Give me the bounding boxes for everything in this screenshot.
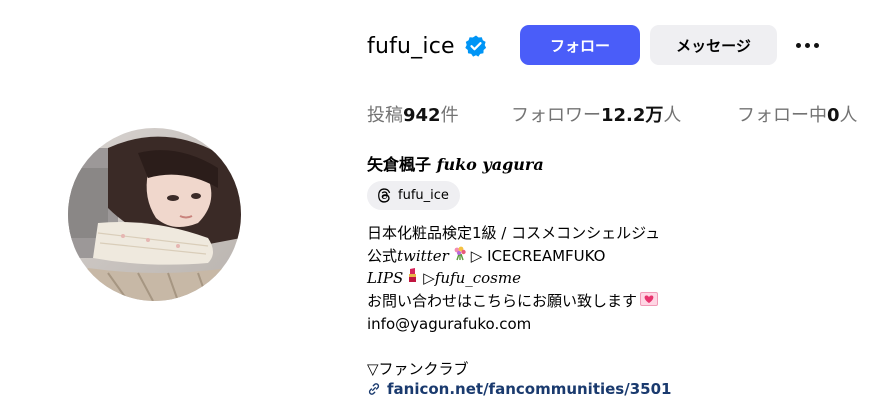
stat-following-count: 0 xyxy=(827,105,840,126)
full-name-latin: fuko yagura xyxy=(436,155,544,174)
bio-line-2-italic: twitter xyxy=(397,246,449,265)
bio-link-text: fanicon.net/fancommunities/3501 xyxy=(387,380,672,398)
stat-posts: 投稿 942 件 xyxy=(367,101,459,127)
bio-line-3-mid: ▷ xyxy=(423,269,435,288)
bio-line-2-prefix: 公式 xyxy=(367,246,398,265)
stat-followers-label: フォロワー xyxy=(511,105,601,126)
bio-text: 日本化粧品検定1級 / コスメコンシェルジュ 公式 twitter ▷ ICECR… xyxy=(367,222,661,381)
stat-followers-count: 12.2万 xyxy=(601,105,664,126)
link-icon xyxy=(368,383,380,395)
bio-line-4-text: お問い合わせはこちらにお願い致します xyxy=(367,292,638,311)
stat-posts-label: 投稿 xyxy=(367,105,403,126)
bio-line-6 xyxy=(367,335,661,358)
more-options-icon[interactable] xyxy=(792,36,822,54)
message-button[interactable]: メッセージ xyxy=(650,25,777,65)
stat-posts-unit: 件 xyxy=(440,105,459,126)
stat-followers-unit: 人 xyxy=(663,105,682,126)
threads-icon xyxy=(378,188,391,203)
stat-following-unit: 人 xyxy=(839,105,858,126)
avatar-photo xyxy=(68,128,241,301)
bio-external-link[interactable]: fanicon.net/fancommunities/3501 xyxy=(367,378,671,400)
threads-handle: fufu_ice xyxy=(398,188,449,203)
verified-badge-icon xyxy=(464,34,488,58)
bio-line-3-italic-b: fufu_cosme xyxy=(434,269,521,288)
heart-letter-icon xyxy=(640,290,659,313)
bio-line-3: LIPS ▷ fufu_cosme xyxy=(367,267,661,290)
full-name: 矢倉楓子 fuko yagura xyxy=(367,151,544,175)
lipstick-icon xyxy=(406,267,420,290)
stat-followers[interactable]: フォロワー 12.2万人 xyxy=(511,101,681,127)
bio-line-2-suffix: ▷ ICECREAMFUKO xyxy=(470,246,606,265)
username-row: fufu_ice xyxy=(367,26,488,66)
bouquet-icon xyxy=(452,245,468,268)
stat-following-label: フォロー中 xyxy=(737,105,827,126)
threads-link-chip[interactable]: fufu_ice xyxy=(367,181,460,210)
profile-avatar[interactable] xyxy=(68,128,241,301)
bio-line-1: 日本化粧品検定1級 / コスメコンシェルジュ xyxy=(367,224,661,242)
follow-button[interactable]: フォロー xyxy=(520,25,640,65)
full-name-jp: 矢倉楓子 xyxy=(367,155,437,174)
bio-line-3-italic-a: LIPS xyxy=(367,269,404,288)
username: fufu_ice xyxy=(367,33,455,59)
stat-following[interactable]: フォロー中 0 人 xyxy=(737,101,858,127)
bio-line-4: お問い合わせはこちらにお願い致します xyxy=(367,290,661,313)
stat-posts-count: 942 xyxy=(403,105,441,126)
bio-line-2: 公式 twitter ▷ ICECREAMFUKO xyxy=(367,245,661,268)
bio-line-5: info@yagurafuko.com xyxy=(367,314,532,333)
